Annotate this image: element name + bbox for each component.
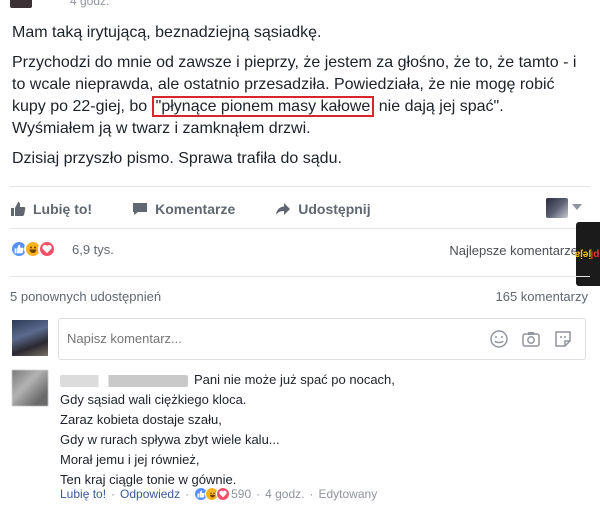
comment-text-line: Pani nie może już spać po nocach, [194,372,395,387]
emoji-icon[interactable] [489,329,509,349]
composer-icons [477,329,573,349]
post-time[interactable]: 4 godz. [70,0,109,8]
current-user-avatar[interactable] [12,320,48,356]
top-strip: 4 godz. [0,0,600,10]
comment-reaction-count[interactable]: 590 [231,487,251,501]
comment-composer[interactable] [58,318,586,360]
post-paragraph-3: Dzisiaj przyszło pismo. Sprawa trafiła d… [12,150,342,167]
separator: · [309,487,314,501]
separator: · [256,487,261,501]
divider [10,276,590,277]
love-reaction-icon [216,487,231,501]
like-label: Lubię to! [33,201,93,217]
commenter-name-blurred[interactable] [60,374,188,387]
share-arrow-icon [276,203,291,215]
comment-text-line: Gdy sąsiad wali ciężkiego kloca. [60,392,247,407]
reaction-icons[interactable] [10,240,56,258]
comment-text-line: Gdy w rurach spływa zbyt wiele kalu... [60,432,280,447]
divider [10,228,576,229]
divider [10,186,590,187]
like-button[interactable]: Lubię to! [10,201,92,217]
comment-icon [133,203,148,215]
watermark-tld: .pl [590,248,600,260]
reactions-row: 6,9 tys. Najlepsze komentarze [10,240,590,262]
sticker-icon[interactable] [553,329,573,349]
poster-avatar[interactable] [10,0,32,8]
comment-reaction-icons[interactable] [194,487,231,501]
separator: · [111,487,116,501]
comment-text-line: Morał jemu i jej również, [60,452,200,467]
post-paragraph-2: Przychodzi do mnie od zawsze i pieprzy, … [12,52,587,140]
share-button[interactable]: Udostępnij [275,201,371,217]
thumbs-up-icon [11,202,26,216]
sort-comments-dropdown[interactable]: Najlepsze komentarze [449,243,578,258]
comment-time[interactable]: 4 godz. [265,487,304,501]
highlighted-quote: "płynące pionem masy kałowe [151,96,375,117]
comment-like-link[interactable]: Lubię to! [60,487,106,501]
reaction-count[interactable]: 6,9 tys. [72,242,114,257]
comment-edited-label[interactable]: Edytowany [319,487,378,501]
share-label: Udostępnij [298,201,371,217]
comment-button[interactable]: Komentarze [132,201,235,217]
separator: · [185,487,190,501]
love-reaction-icon [38,240,56,258]
share-as-avatar[interactable] [546,198,568,218]
commenter-avatar[interactable] [12,370,48,406]
comment-input[interactable] [67,331,467,346]
comment-line-1: Pani nie może już spać po nocach, [60,370,580,390]
post-paragraph-1: Mam taką irytującą, beznadziejną sąsiadk… [12,24,322,41]
comment-text-line: Zaraz kobieta dostaje szału, [60,412,222,427]
chevron-down-icon[interactable] [572,204,582,210]
comments-count[interactable]: 165 komentarzy [496,289,589,304]
comment-label: Komentarze [155,201,236,217]
comment-reply-link[interactable]: Odpowiedz [120,487,180,501]
post-actions: Lubię to! Komentarze Udostępnij [10,196,590,222]
comment-body: Pani nie może już spać po nocach, Gdy są… [60,370,580,490]
comment-meta: Lubię to! · Odpowiedz · 590 · 4 godz. · … [60,487,377,501]
camera-icon[interactable] [521,329,541,349]
shares-count[interactable]: 5 ponownych udostępnień [10,289,161,304]
post-body: Mam taką irytującą, beznadziejną sąsiadk… [12,22,587,178]
